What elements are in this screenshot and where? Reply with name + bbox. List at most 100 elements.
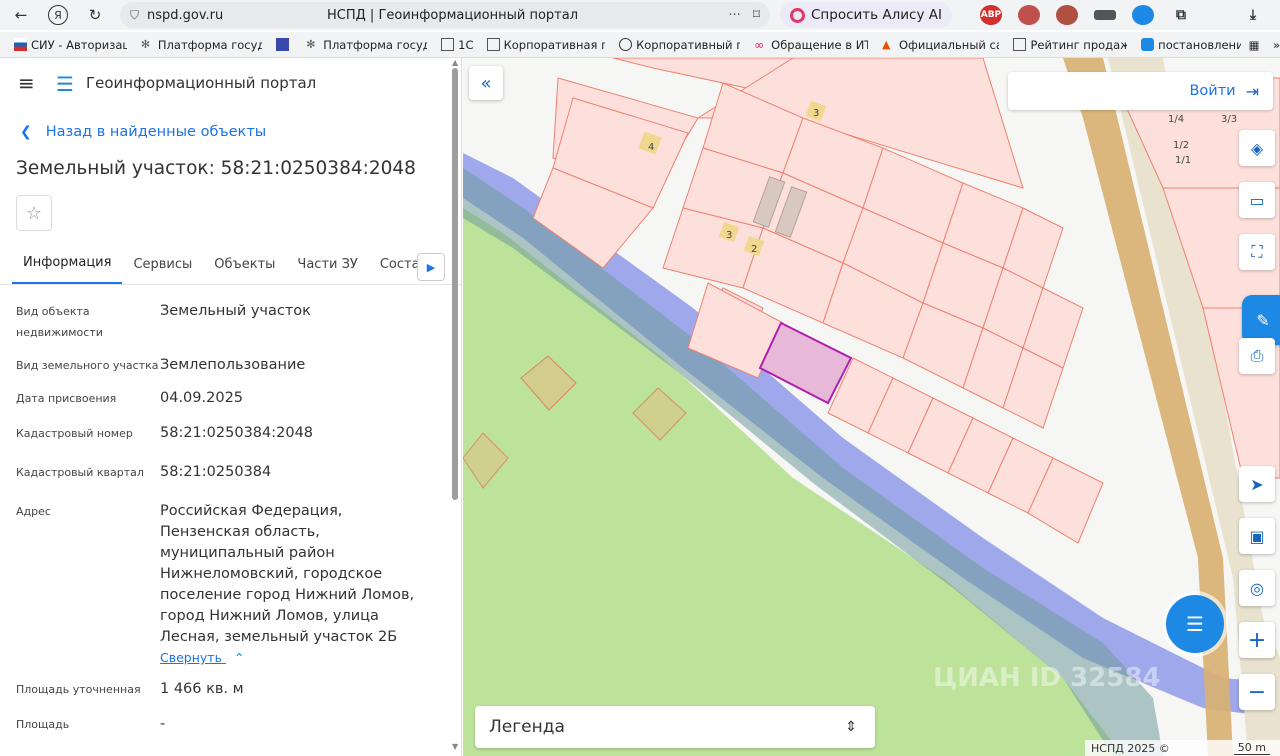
scroll-up-icon[interactable]: ▲ (452, 58, 458, 67)
tabs-next-icon[interactable]: ▶ (417, 253, 445, 281)
parcel-label: 3/3 (1221, 114, 1237, 125)
zoom-out-icon[interactable]: − (1239, 674, 1275, 710)
parcel-label: 3 (813, 108, 819, 119)
extension-icon-3[interactable] (1093, 10, 1116, 20)
login-button[interactable]: Войти ⇥ (1008, 72, 1273, 110)
tab-parts[interactable]: Части ЗУ (286, 257, 368, 284)
legend-dropdown[interactable]: Легенда ⇕ (475, 706, 875, 748)
more-dots-icon[interactable]: ··· (728, 8, 740, 23)
emblem-icon: ✻ (306, 38, 316, 51)
login-arrow-icon: ⇥ (1245, 81, 1259, 101)
geolocation-icon[interactable]: ◎ (1239, 570, 1275, 606)
zoom-in-icon[interactable]: + (1239, 622, 1275, 658)
menu-icon[interactable]: ≡ (18, 71, 40, 95)
property-value: 04.09.2025 (160, 390, 244, 406)
shield-icon: ⛉ (130, 7, 140, 22)
extension-icon-1[interactable] (1017, 5, 1040, 25)
yandex-icon[interactable]: Я (48, 5, 68, 25)
bookmark-icon[interactable]: ⌑ (753, 7, 760, 23)
property-key: Вид объекта недвижимости (16, 305, 103, 339)
adblock-icon[interactable]: ABP (979, 5, 1002, 25)
triangle-icon: ▲ (881, 38, 891, 51)
property-row: Площадь уточненная 1 466 кв. м (0, 679, 461, 700)
layers-icon[interactable]: ◈ (1239, 130, 1275, 166)
favorite-star-icon[interactable]: ☆ (16, 195, 52, 231)
collapse-label: Свернуть (160, 650, 222, 665)
tab-objects[interactable]: Объекты (203, 257, 286, 284)
chat-bubble-icon[interactable]: ☰ (1166, 595, 1224, 653)
ruler-icon[interactable]: ▭ (1239, 182, 1275, 218)
scroll-down-icon[interactable]: ▼ (452, 742, 458, 751)
property-row: Дата присвоения 04.09.2025 (0, 388, 461, 409)
bookmark-item[interactable]: СИУ - Авторизац (14, 38, 127, 52)
map-copyright: НСПД 2025 © 50 m (1085, 740, 1280, 756)
legend-label: Легенда (489, 717, 565, 737)
bookmark-item[interactable]: Корпоративная п (486, 38, 605, 52)
property-value: 1 466 кв. м (160, 681, 244, 697)
page-icon (486, 38, 500, 51)
map-view[interactable]: 4 3 3 2 1/4 1/2 1/1 3/3 ЦИАН ID 32584 « … (463, 58, 1280, 756)
bookmark-item[interactable]: 1С (441, 38, 473, 52)
property-value: - (160, 716, 166, 732)
bookmarks-menu-icon[interactable]: ▦ (1249, 38, 1260, 52)
property-row: Вид земельного участка Землепользование (0, 355, 461, 376)
bookmark-item[interactable]: постановлени (1141, 38, 1241, 52)
login-label: Войти (1189, 83, 1236, 99)
parcel-label: 1/1 (1175, 155, 1191, 166)
bookmark-item[interactable]: Корпоративный п (619, 38, 740, 52)
bookmarks-overflow-icon[interactable]: » (1273, 38, 1280, 52)
address-bar[interactable]: ⛉ nspd.gov.ru НСПД | Геоинформационный п… (120, 2, 770, 28)
parcel-label: 1/2 (1173, 140, 1189, 151)
bookmark-item[interactable]: ✻ Платформа госуд (306, 38, 427, 52)
minimap-icon[interactable]: ▣ (1239, 518, 1275, 554)
back-label: Назад в найденные объекты (45, 124, 267, 140)
info-panel: ≡ ☰ Геоинформационный портал ❮ Назад в н… (0, 58, 462, 756)
scale-bar: 50 m (1233, 741, 1270, 755)
property-row: Вид объекта недвижимости Земельный участ… (0, 301, 461, 343)
property-value[interactable]: 58:21:0250384 (160, 462, 430, 483)
extension-icon-2[interactable] (1055, 5, 1078, 25)
reload-icon[interactable]: ↻ (82, 2, 108, 28)
bookmark-item[interactable] (275, 38, 293, 51)
property-key: Дата присвоения (16, 392, 117, 405)
tab-services[interactable]: Сервисы (122, 257, 203, 284)
extension-icon-4[interactable] (1131, 5, 1154, 25)
bookmark-item[interactable]: ▲ Официальный са (882, 38, 999, 52)
panel-header: ≡ ☰ Геоинформационный портал (0, 58, 461, 108)
print-icon[interactable]: ⎙ (1239, 338, 1275, 374)
locate-arrow-icon[interactable]: ➤ (1239, 466, 1275, 502)
browser-toolbar: ← Я ↻ ⛉ nspd.gov.ru НСПД | Геоинформацио… (0, 0, 1280, 30)
area-select-icon[interactable]: ⛶ (1239, 234, 1275, 270)
page-icon (441, 38, 455, 51)
map-canvas[interactable]: 4 3 3 2 1/4 1/2 1/1 3/3 ЦИАН ID 32584 (463, 58, 1280, 756)
cloud-icon (1141, 38, 1155, 51)
parcel-label: 1/4 (1168, 114, 1184, 125)
property-key: Адрес (16, 505, 51, 518)
property-row: Кадастровый квартал 58:21:0250384 (0, 462, 461, 483)
bookmark-item[interactable]: ✻ Платформа госуд (141, 38, 262, 52)
tab-information[interactable]: Информация (12, 255, 123, 284)
bookmark-item[interactable]: ∞ Обращение в ИТ (754, 38, 868, 52)
parcel-label: 3 (726, 230, 732, 241)
map-watermark: ЦИАН ID 32584 (933, 663, 1161, 693)
panel-scrollbar[interactable] (452, 68, 458, 500)
bookmark-item[interactable]: Рейтинг продаж (1013, 38, 1127, 52)
collapse-panel-button[interactable]: « (469, 66, 503, 100)
up-down-chevron-icon: ⇕ (845, 719, 857, 735)
copyright-text: НСПД 2025 © (1091, 741, 1170, 755)
property-value: Землепользование (160, 357, 306, 373)
property-value[interactable]: 58:21:0250384:2048 (160, 423, 430, 444)
flag-icon (14, 38, 27, 51)
tab-bar: Информация Сервисы Объекты Части ЗУ Сост… (0, 245, 461, 285)
download-icon[interactable]: ⤓ (1242, 5, 1264, 25)
back-arrow-icon[interactable]: ← (8, 2, 34, 28)
back-to-results-link[interactable]: ❮ Назад в найденные объекты (0, 124, 461, 140)
portal-logo-icon: ☰ (56, 72, 74, 96)
url-text: nspd.gov.ru (147, 7, 224, 23)
property-row: Площадь - (0, 714, 461, 735)
property-key: Площадь уточненная (16, 683, 141, 696)
collapse-address-link[interactable]: Свернуть ⌃ (0, 650, 461, 665)
extensions-puzzle-icon[interactable]: ⧉ (1170, 5, 1192, 25)
parcel-label: 2 (751, 244, 757, 255)
alisa-button[interactable]: Спросить Алису AI (780, 2, 952, 28)
